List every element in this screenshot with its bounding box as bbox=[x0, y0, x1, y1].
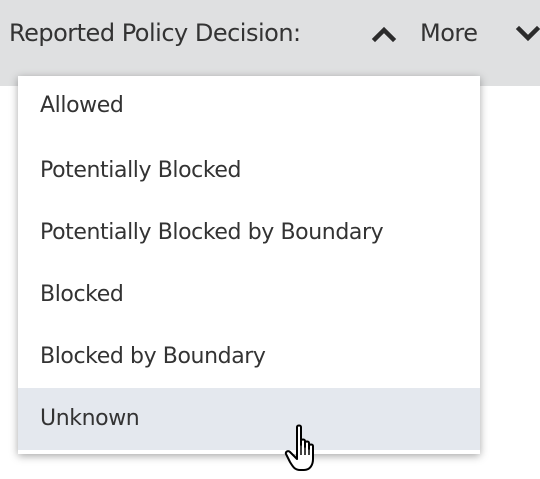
option-potentially-blocked[interactable]: Potentially Blocked bbox=[18, 140, 480, 202]
dropdown-options-list: Allowed Potentially Blocked Potentially … bbox=[18, 76, 480, 450]
chevron-up-icon[interactable] bbox=[366, 22, 402, 44]
option-unknown[interactable]: Unknown bbox=[18, 388, 480, 450]
option-potentially-blocked-by-boundary[interactable]: Potentially Blocked by Boundary bbox=[18, 202, 480, 264]
filter-bar: Reported Policy Decision: More bbox=[0, 0, 540, 86]
policy-decision-filter-label[interactable]: Reported Policy Decision: bbox=[9, 15, 301, 51]
option-blocked[interactable]: Blocked bbox=[18, 264, 480, 326]
option-allowed[interactable]: Allowed bbox=[18, 76, 480, 140]
option-blocked-by-boundary[interactable]: Blocked by Boundary bbox=[18, 326, 480, 388]
more-button[interactable]: More bbox=[420, 15, 478, 51]
policy-decision-dropdown: Allowed Potentially Blocked Potentially … bbox=[18, 76, 480, 454]
chevron-down-icon[interactable] bbox=[510, 22, 540, 44]
